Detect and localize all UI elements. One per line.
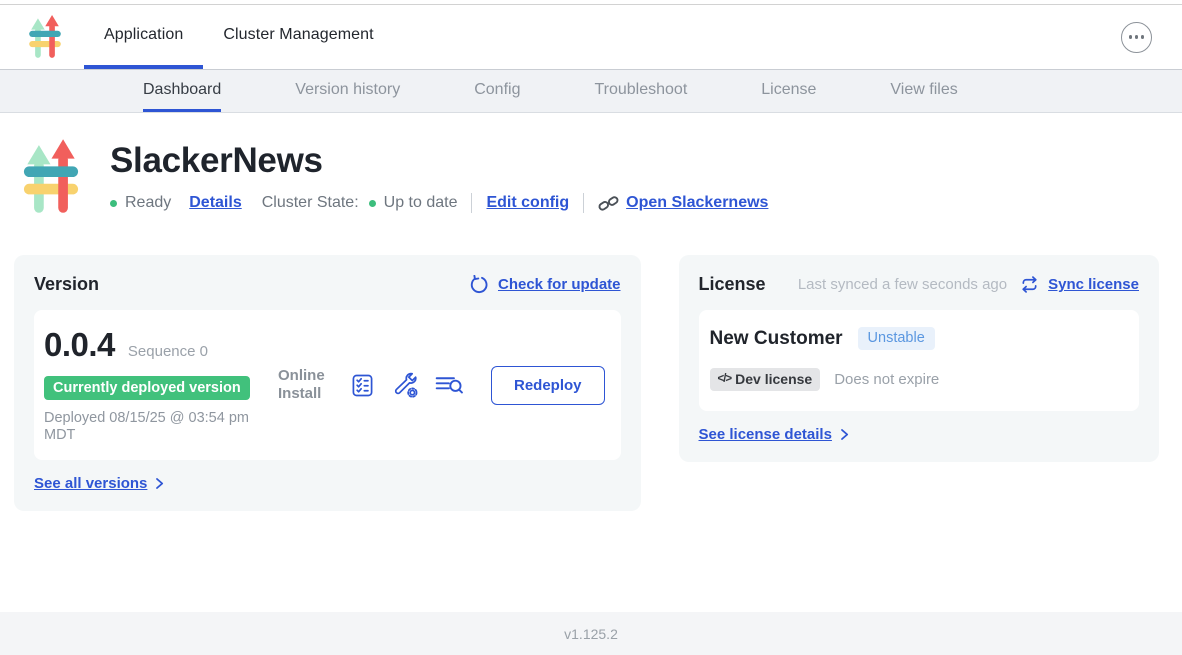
tab-dashboard[interactable]: Dashboard [143,70,221,112]
chevron-right-icon [154,477,165,490]
deploy-logs-icon[interactable] [435,373,464,398]
app-status-dot [110,200,117,207]
license-card-title: License [699,274,766,295]
app-header: SlackerNews Ready Details Cluster State:… [0,113,1182,215]
app-status-label: Ready [125,194,171,212]
see-license-details-label: See license details [699,426,832,443]
see-all-versions-link[interactable]: See all versions [34,475,165,492]
divider [471,193,472,213]
install-type-label: Online Install [278,367,333,404]
cluster-state-dot [369,200,376,207]
version-actions: Online Install [278,366,605,405]
open-app-link[interactable]: Open Slackernews [598,194,768,212]
app-header-text: SlackerNews Ready Details Cluster State:… [110,139,768,215]
tab-version-history[interactable]: Version history [295,70,400,112]
version-card-header: Version Check for update [34,274,621,295]
cluster-state-label: Cluster State: [262,194,359,212]
app-logo [28,5,62,69]
status-details-link[interactable]: Details [189,194,241,212]
license-type-badge: </> Dev license [710,368,821,391]
overflow-menu-button[interactable] [1121,22,1152,53]
see-all-versions-label: See all versions [34,475,147,492]
tab-config[interactable]: Config [474,70,520,112]
refresh-icon [469,275,489,295]
redeploy-button[interactable]: Redeploy [491,366,605,405]
edit-config-link[interactable]: Edit config [486,194,569,212]
version-sequence: Sequence 0 [128,343,208,360]
version-info: 0.0.4 Sequence 0 Currently deployed vers… [44,326,276,445]
code-icon: </> [718,373,732,385]
console-version: v1.125.2 [564,626,618,642]
slackernews-logo-icon [28,15,62,59]
version-card-title: Version [34,274,99,295]
top-nav: Application Cluster Management [0,5,1182,70]
divider [583,193,584,213]
app-sub-nav: Dashboard Version history Config Trouble… [0,70,1182,113]
ellipsis-icon [1129,35,1133,39]
sync-license-link[interactable]: Sync license [1048,276,1139,293]
open-app-link-label: Open Slackernews [626,194,768,212]
tab-cluster-management[interactable]: Cluster Management [203,5,393,69]
license-expiry: Does not expire [834,371,939,388]
tab-troubleshoot[interactable]: Troubleshoot [594,70,687,112]
version-number: 0.0.4 [44,326,115,364]
license-details-panel: New Customer Unstable </> Dev license Do… [699,310,1139,411]
check-for-update-link[interactable]: Check for update [498,276,621,293]
console-footer: v1.125.2 [0,612,1182,655]
preflight-checklist-icon[interactable] [350,373,375,398]
deployed-status-badge: Currently deployed version [44,376,250,400]
channel-badge: Unstable [858,327,935,350]
see-license-details-link[interactable]: See license details [699,426,850,443]
top-nav-tabs: Application Cluster Management [84,5,394,69]
customer-name: New Customer [710,328,843,350]
last-synced-label: Last synced a few seconds ago [798,276,1007,293]
ellipsis-icon [1141,35,1145,39]
slackernews-app-icon [22,139,80,215]
license-card: License Last synced a few seconds ago Sy… [679,255,1159,462]
chevron-right-icon [839,428,850,441]
nav-spacer [394,5,1121,69]
license-card-header: License Last synced a few seconds ago Sy… [699,274,1139,295]
sync-arrows-icon [1020,275,1039,294]
tab-license[interactable]: License [761,70,816,112]
deployed-timestamp: Deployed 08/15/25 @ 03:54 pm MDT [44,410,259,445]
version-card: Version Check for update 0.0.4 Sequence … [14,255,641,511]
cluster-state-value: Up to date [384,194,458,212]
chain-link-icon [598,195,619,212]
tab-application[interactable]: Application [84,5,203,69]
dashboard-cards: Version Check for update 0.0.4 Sequence … [0,255,1182,511]
page-title: SlackerNews [110,141,768,181]
tab-view-files[interactable]: View files [890,70,957,112]
ellipsis-icon [1135,35,1139,39]
license-type-label: Dev license [735,371,812,387]
app-status-row: Ready Details Cluster State: Up to date … [110,193,768,213]
config-wrench-icon[interactable] [392,372,418,398]
current-version-panel: 0.0.4 Sequence 0 Currently deployed vers… [34,310,621,460]
